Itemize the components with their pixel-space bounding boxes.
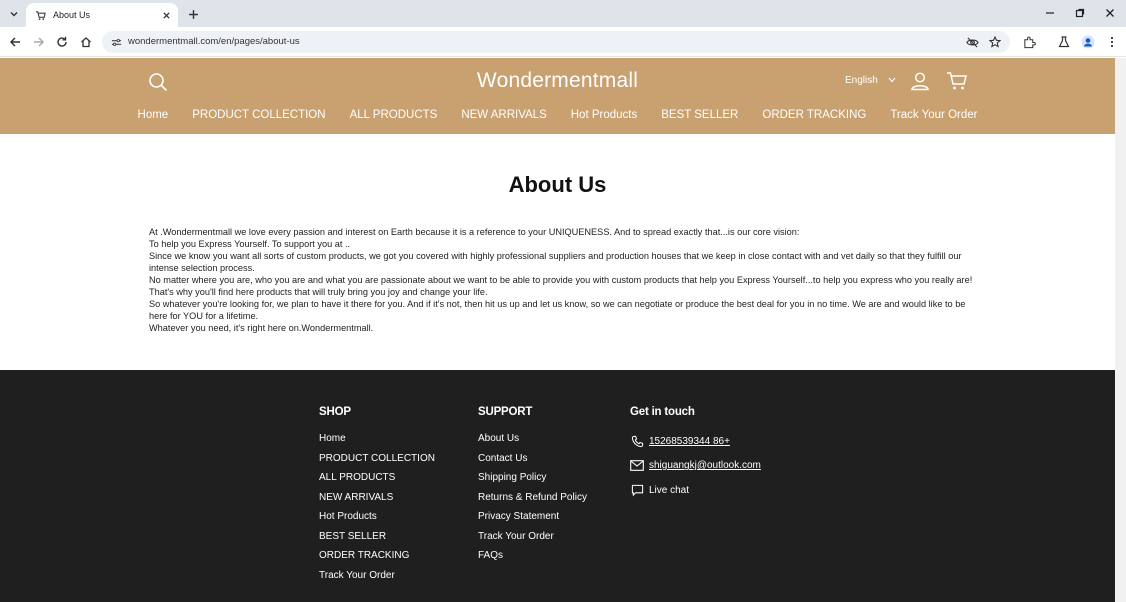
nav-new-arrivals[interactable]: NEW ARRIVALS: [449, 109, 558, 121]
labs-flask-icon[interactable]: [1055, 33, 1073, 51]
footer-link-faqs[interactable]: FAQs: [478, 546, 587, 566]
nav-track-your-order[interactable]: Track Your Order: [878, 109, 989, 121]
footer-link-all-products[interactable]: ALL PRODUCTS: [319, 468, 435, 488]
main-nav: Home PRODUCT COLLECTION ALL PRODUCTS NEW…: [0, 109, 1115, 121]
forward-arrow-icon[interactable]: [30, 33, 48, 51]
close-tab-icon[interactable]: [158, 7, 174, 23]
site-header: Wondermentmall English Home PRODUCT COLL…: [0, 58, 1115, 134]
about-paragraph: Since we know you want all sorts of cust…: [149, 251, 962, 273]
footer-support-heading: SUPPORT: [478, 406, 533, 418]
footer-link-contact-us[interactable]: Contact Us: [478, 449, 587, 469]
account-user-icon[interactable]: [910, 71, 930, 91]
contact-phone[interactable]: 15268539344 86+: [630, 429, 761, 454]
browser-tab-bar: About Us: [0, 0, 1126, 27]
chat-bubble-icon: [630, 483, 644, 497]
footer-link-new-arrivals[interactable]: NEW ARRIVALS: [319, 488, 435, 508]
nav-hot-products[interactable]: Hot Products: [559, 109, 649, 121]
footer-link-track-your-order[interactable]: Track Your Order: [478, 527, 587, 547]
home-icon[interactable]: [77, 33, 95, 51]
nav-order-tracking[interactable]: ORDER TRACKING: [750, 109, 878, 121]
language-label: English: [845, 75, 878, 86]
contact-email[interactable]: shiguangkj@outlook.com: [630, 454, 761, 479]
footer-link-product-collection[interactable]: PRODUCT COLLECTION: [319, 449, 435, 469]
nav-best-seller[interactable]: BEST SELLER: [649, 109, 750, 121]
footer-link-about-us[interactable]: About Us: [478, 429, 587, 449]
nav-product-collection[interactable]: PRODUCT COLLECTION: [180, 109, 337, 121]
restore-window-icon[interactable]: [1070, 4, 1090, 22]
extensions-puzzle-icon[interactable]: [1020, 33, 1038, 51]
site-footer: SHOP Home PRODUCT COLLECTION ALL PRODUCT…: [0, 370, 1115, 602]
browser-tab-active[interactable]: About Us: [26, 3, 178, 27]
nav-all-products[interactable]: ALL PRODUCTS: [338, 109, 450, 121]
page-scrollbar[interactable]: [1115, 58, 1126, 602]
browser-menu-kebab-icon[interactable]: [1103, 33, 1121, 51]
footer-link-privacy-statement[interactable]: Privacy Statement: [478, 507, 587, 527]
contact-live-chat[interactable]: Live chat: [630, 478, 761, 503]
footer-link-home[interactable]: Home: [319, 429, 435, 449]
about-paragraph: At .Wondermentmall we love every passion…: [149, 227, 800, 237]
footer-link-order-tracking[interactable]: ORDER TRACKING: [319, 546, 435, 566]
about-paragraph: So whatever you're looking for, we plan …: [149, 299, 966, 321]
mail-icon: [630, 459, 644, 473]
phone-icon: [630, 434, 644, 448]
browser-toolbar: wondermentmall.com/en/pages/about-us: [0, 27, 1126, 57]
new-tab-plus-icon[interactable]: [184, 5, 202, 23]
cart-icon[interactable]: [946, 71, 968, 91]
footer-link-shipping-policy[interactable]: Shipping Policy: [478, 468, 587, 488]
about-paragraph: Whatever you need, it's right here on.Wo…: [149, 323, 374, 333]
footer-support-column: SUPPORT About Us Contact Us Shipping Pol…: [478, 406, 587, 566]
chevron-down-icon: [888, 75, 896, 86]
page-title: About Us: [508, 172, 607, 197]
phone-number[interactable]: 15268539344 86+: [649, 436, 730, 447]
footer-link-best-seller[interactable]: BEST SELLER: [319, 527, 435, 547]
about-paragraph: To help you Express Yourself. To support…: [149, 239, 351, 249]
footer-contact-column: Get in touch 15268539344 86+ shiguangkj@…: [630, 406, 761, 503]
close-window-icon[interactable]: [1100, 4, 1120, 22]
footer-contact-heading: Get in touch: [630, 406, 695, 418]
footer-link-track-your-order[interactable]: Track Your Order: [319, 566, 435, 586]
footer-link-hot-products[interactable]: Hot Products: [319, 507, 435, 527]
language-selector[interactable]: English: [845, 75, 896, 86]
live-chat-label[interactable]: Live chat: [649, 485, 689, 496]
footer-shop-heading: SHOP: [319, 406, 351, 418]
bookmark-star-icon[interactable]: [987, 34, 1003, 50]
eye-slash-icon[interactable]: [964, 34, 980, 50]
about-paragraph: No matter where you are, who you are and…: [149, 275, 973, 285]
tab-search-dropdown-icon[interactable]: [5, 5, 23, 23]
back-arrow-icon[interactable]: [6, 33, 24, 51]
profile-avatar-icon[interactable]: [1079, 33, 1097, 51]
site-settings-icon[interactable]: [108, 34, 124, 50]
address-bar[interactable]: wondermentmall.com/en/pages/about-us: [102, 31, 1010, 53]
minimize-window-icon[interactable]: [1040, 4, 1060, 22]
about-paragraph: That's why you'll find here products tha…: [149, 287, 488, 297]
reload-icon[interactable]: [53, 33, 71, 51]
footer-shop-column: SHOP Home PRODUCT COLLECTION ALL PRODUCT…: [319, 406, 435, 585]
url-text: wondermentmall.com/en/pages/about-us: [128, 36, 300, 47]
nav-home[interactable]: Home: [126, 109, 181, 121]
footer-link-returns-refund[interactable]: Returns & Refund Policy: [478, 488, 587, 508]
tab-title: About Us: [53, 10, 91, 20]
email-address[interactable]: shiguangkj@outlook.com: [649, 460, 761, 471]
shopping-cart-favicon-icon: [34, 9, 46, 21]
about-text: At .Wondermentmall we love every passion…: [149, 226, 979, 334]
